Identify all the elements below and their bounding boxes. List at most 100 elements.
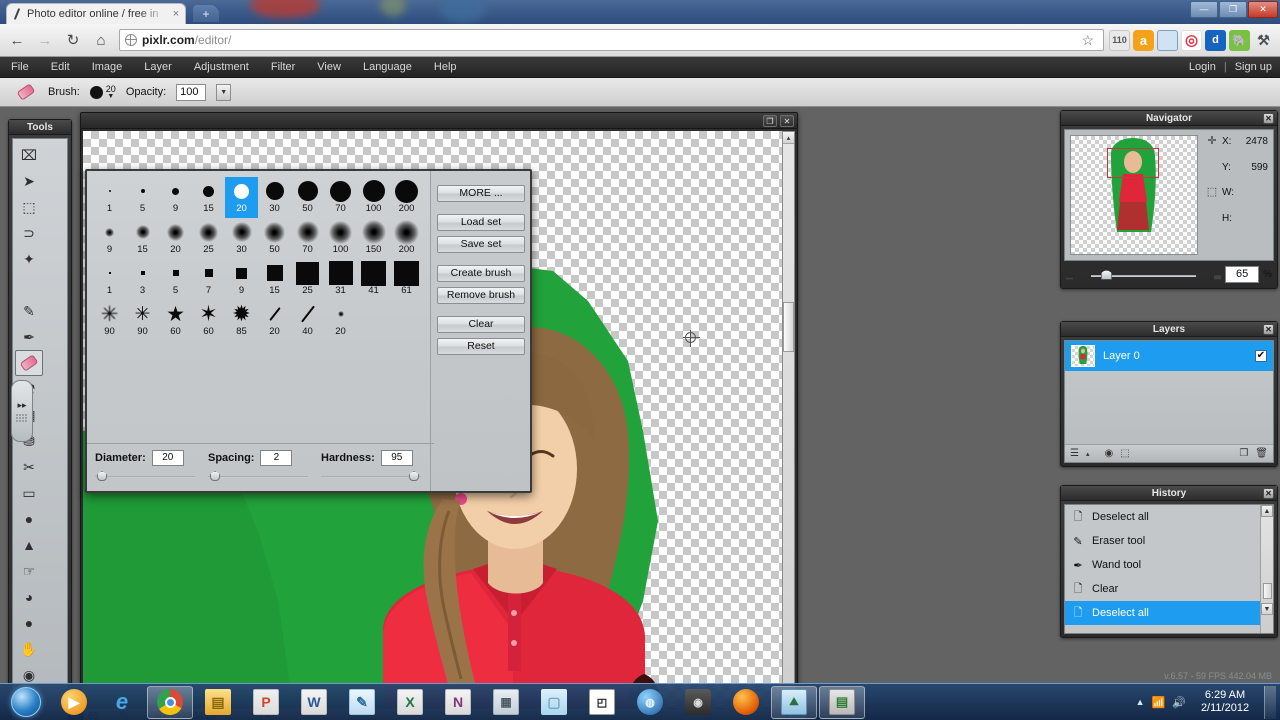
brush-preset[interactable]: 1	[93, 177, 126, 218]
document-maximize-button[interactable]: ❐	[763, 115, 777, 127]
wand-tool[interactable]: ✦	[15, 246, 43, 272]
brush-preset[interactable]: 40	[291, 300, 324, 341]
taskbar-google-earth[interactable]: ◍	[627, 686, 673, 719]
new-tab-button[interactable]: +	[193, 5, 219, 22]
address-bar[interactable]: pixlr.com/editor/ ☆	[119, 29, 1104, 51]
reload-icon[interactable]: ↻	[60, 28, 86, 52]
taskbar-clock[interactable]: 6:29 AM 2/11/2012	[1193, 689, 1257, 715]
zoom-slider-knob[interactable]	[1100, 269, 1112, 280]
brush-preset[interactable]: ✹ 85	[225, 300, 258, 341]
bookmark-extension-icon[interactable]	[1157, 29, 1178, 51]
taskbar-paint[interactable]: ◰	[579, 686, 625, 719]
menu-language[interactable]: Language	[352, 57, 423, 78]
diameter-input[interactable]: 20	[151, 450, 184, 466]
zoom-out-icon[interactable]: ▁	[1066, 269, 1073, 280]
history-item[interactable]: 🗋 Deselect all	[1065, 505, 1273, 529]
chevron-double-right-icon[interactable]: ▸▸	[17, 400, 26, 411]
close-icon[interactable]: ✕	[1263, 488, 1274, 499]
close-icon[interactable]: ✕	[1263, 113, 1274, 124]
save-set-button[interactable]: Save set	[437, 236, 525, 253]
browser-tab[interactable]: Photo editor online / free in ×	[6, 3, 186, 24]
layer-style-icon[interactable]: ⬚	[1120, 448, 1129, 459]
reset-button[interactable]: Reset	[437, 338, 525, 355]
clear-button[interactable]: Clear	[437, 316, 525, 333]
back-icon[interactable]: ←	[4, 28, 30, 52]
navigator-thumbnail[interactable]	[1070, 135, 1198, 255]
brush-preset[interactable]: 61	[390, 259, 423, 300]
layer-settings-icon[interactable]: ☰	[1070, 448, 1079, 459]
document-close-button[interactable]: ✕	[780, 115, 794, 127]
bookmark-star-icon[interactable]: ☆	[1077, 32, 1098, 49]
opacity-dropdown-button[interactable]: ▼	[216, 83, 232, 101]
brush-preset[interactable]: 41	[357, 259, 390, 300]
brush-preset[interactable]: ★ 60	[159, 300, 192, 341]
zoom-value-input[interactable]: 65	[1225, 266, 1260, 283]
delete-layer-icon[interactable]: 🗑	[1255, 448, 1268, 459]
canvas-vertical-scrollbar[interactable]: ▴ ▾	[782, 131, 795, 708]
taskbar-google-chrome[interactable]	[147, 685, 193, 719]
opacity-input[interactable]: 100	[176, 83, 207, 101]
history-item[interactable]: 🗋 Clear	[1065, 577, 1273, 601]
menu-edit[interactable]: Edit	[40, 57, 81, 78]
document-titlebar[interactable]: ❐ ✕	[81, 113, 797, 129]
brush-preset[interactable]: 100	[357, 177, 390, 218]
taskbar-camcorder[interactable]: ▤	[819, 685, 865, 719]
brush-preset[interactable]: 25	[291, 259, 324, 300]
evernote-extension-icon[interactable]: 🐘	[1229, 29, 1250, 51]
diameter-slider[interactable]	[95, 471, 195, 481]
hardness-input[interactable]: 95	[380, 450, 413, 466]
diameter-slider-knob[interactable]	[97, 471, 107, 481]
taskbar-internet-explorer[interactable]: e	[99, 686, 145, 719]
taskbar-firefox[interactable]	[723, 686, 769, 719]
brush-preset[interactable]: ✳ 90	[93, 300, 126, 341]
pencil-tool[interactable]: ✎	[15, 298, 43, 324]
remove-brush-button[interactable]: Remove brush	[437, 287, 525, 304]
smudge-tool[interactable]: ☞	[15, 558, 43, 584]
login-link[interactable]: Login	[1181, 61, 1224, 73]
signup-link[interactable]: Sign up	[1227, 61, 1280, 73]
create-brush-button[interactable]: Create brush	[437, 265, 525, 282]
minimize-button[interactable]: —	[1190, 1, 1218, 18]
move-tool[interactable]: ➤	[15, 168, 43, 194]
diigo-extension-icon[interactable]: d	[1205, 29, 1226, 51]
scroll-up-button[interactable]: ▴	[783, 132, 794, 144]
brush-preset[interactable]: 1	[93, 259, 126, 300]
amazon-extension-icon[interactable]: a	[1133, 29, 1154, 51]
zoom-in-icon[interactable]: ▃	[1214, 269, 1221, 280]
brush-preset[interactable]: 15	[126, 218, 159, 259]
history-scroll-thumb[interactable]	[1263, 583, 1272, 599]
brush-preset[interactable]: 15	[192, 177, 225, 218]
layer-settings-caret-icon[interactable]: ▴	[1086, 450, 1090, 458]
close-window-button[interactable]: ✕	[1248, 1, 1278, 18]
taskbar-windows-explorer[interactable]: ▤	[195, 686, 241, 719]
brush-preset[interactable]: 31	[324, 259, 357, 300]
brush-preset[interactable]: 150	[357, 218, 390, 259]
menu-help[interactable]: Help	[423, 57, 468, 78]
brush-tool[interactable]: ✒	[15, 324, 43, 350]
add-layer-icon[interactable]: ❐	[1239, 448, 1248, 459]
brush-preset[interactable]: 30	[258, 177, 291, 218]
forward-icon[interactable]: →	[32, 28, 58, 52]
chrome-menu-wrench-icon[interactable]: ⚒	[1253, 30, 1274, 51]
brush-preset[interactable]: 200	[390, 177, 423, 218]
spacing-input[interactable]: 2	[260, 450, 293, 466]
brush-preset[interactable]: 9	[225, 259, 258, 300]
history-scrollbar[interactable]: ▲ ▼	[1260, 505, 1273, 633]
dodge-tool[interactable]: ●	[15, 610, 43, 636]
brush-preset[interactable]: 25	[192, 218, 225, 259]
show-hidden-icons-icon[interactable]: ▲	[1136, 697, 1145, 707]
brush-preset[interactable]: 20	[324, 300, 357, 341]
crop-tool[interactable]: ⌧	[15, 142, 43, 168]
layer-mask-icon[interactable]: ◉	[1104, 448, 1113, 459]
brush-preset[interactable]: 20	[258, 300, 291, 341]
menu-layer[interactable]: Layer	[133, 57, 183, 78]
brush-preset[interactable]: 9	[93, 218, 126, 259]
home-icon[interactable]: ⌂	[88, 28, 114, 52]
history-item-selected[interactable]: 🗋 Deselect all	[1065, 601, 1273, 625]
lasso-tool[interactable]: ⊃	[15, 220, 43, 246]
brush-preset[interactable]: 7	[192, 259, 225, 300]
brush-preset[interactable]: 3	[126, 259, 159, 300]
brush-preset[interactable]: 5	[126, 177, 159, 218]
brush-preset[interactable]: ✶ 60	[192, 300, 225, 341]
sponge-tool[interactable]: ◕	[15, 584, 43, 610]
